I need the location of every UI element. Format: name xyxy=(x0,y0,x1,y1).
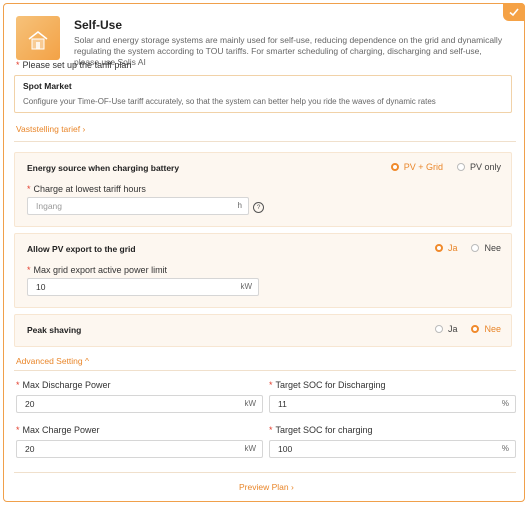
chevron-right-icon: › xyxy=(290,482,294,492)
help-icon[interactable]: ? xyxy=(253,202,264,213)
chevron-right-icon: › xyxy=(82,124,86,134)
export-options: Ja Nee xyxy=(434,243,501,253)
radio-pv-grid[interactable]: PV + Grid xyxy=(390,162,443,172)
spot-market-description: Configure your Time-OF-Use tariff accura… xyxy=(23,97,436,106)
charge-hours-label: * Charge at lowest tariff hours xyxy=(27,184,146,194)
peak-shaving-title: Peak shaving xyxy=(27,325,82,335)
radio-pv-only[interactable]: PV only xyxy=(456,162,501,172)
max-discharge-label: * Max Discharge Power xyxy=(16,380,111,390)
mode-title: Self-Use xyxy=(74,18,123,32)
target-soc-charge-input[interactable]: 100 % xyxy=(269,440,516,458)
radio-dot xyxy=(471,325,480,333)
radio-dot xyxy=(471,244,480,252)
spot-market-title: Spot Market xyxy=(23,81,72,91)
charging-source-title: Energy source when charging battery xyxy=(27,163,180,173)
target-soc-charge-label: * Target SOC for charging xyxy=(269,425,373,435)
charging-source-options: PV + Grid PV only xyxy=(390,162,501,172)
max-charge-label: * Max Charge Power xyxy=(16,425,100,435)
radio-export-nee[interactable]: Nee xyxy=(471,243,501,253)
charging-panel: Energy source when charging battery PV +… xyxy=(14,152,512,227)
radio-peak-nee[interactable]: Nee xyxy=(471,324,501,334)
mode-header: Self-Use Solar and energy storage system… xyxy=(16,16,512,67)
max-charge-input[interactable]: 20 kW xyxy=(16,440,263,458)
tariff-label: * Please set up the tariff plan xyxy=(16,60,132,70)
export-title: Allow PV export to the grid xyxy=(27,244,136,254)
radio-dot xyxy=(434,244,443,252)
radio-dot xyxy=(434,325,443,333)
divider xyxy=(14,370,516,371)
target-soc-discharge-input[interactable]: 11 % xyxy=(269,395,516,413)
export-limit-input[interactable]: 10 kW xyxy=(27,278,259,296)
peak-shaving-options: Ja Nee xyxy=(434,324,501,334)
chevron-up-icon: ^ xyxy=(85,356,90,366)
divider xyxy=(14,141,516,142)
house-icon xyxy=(16,16,60,60)
export-panel: Allow PV export to the grid Ja Nee * Max … xyxy=(14,233,512,308)
peak-shaving-panel: Peak shaving Ja Nee xyxy=(14,314,512,347)
radio-peak-ja[interactable]: Ja xyxy=(434,324,457,334)
max-discharge-input[interactable]: 20 kW xyxy=(16,395,263,413)
radio-dot xyxy=(390,163,399,171)
advanced-setting-toggle[interactable]: Advanced Setting ^ xyxy=(16,356,89,366)
mode-description: Solar and energy storage systems are mai… xyxy=(74,35,503,67)
spot-market-box[interactable]: Spot Market Configure your Time-OF-Use t… xyxy=(14,75,512,113)
radio-export-ja[interactable]: Ja xyxy=(434,243,457,253)
preview-plan-link[interactable]: Preview Plan › xyxy=(239,482,294,492)
charge-hours-input[interactable]: Ingang h xyxy=(27,197,249,215)
export-limit-label: * Max grid export active power limit xyxy=(27,265,168,275)
radio-dot xyxy=(456,163,465,171)
tariff-setup-link[interactable]: Vaststelling tarief › xyxy=(16,124,85,134)
target-soc-discharge-label: * Target SOC for Discharging xyxy=(269,380,386,390)
divider xyxy=(14,472,516,473)
